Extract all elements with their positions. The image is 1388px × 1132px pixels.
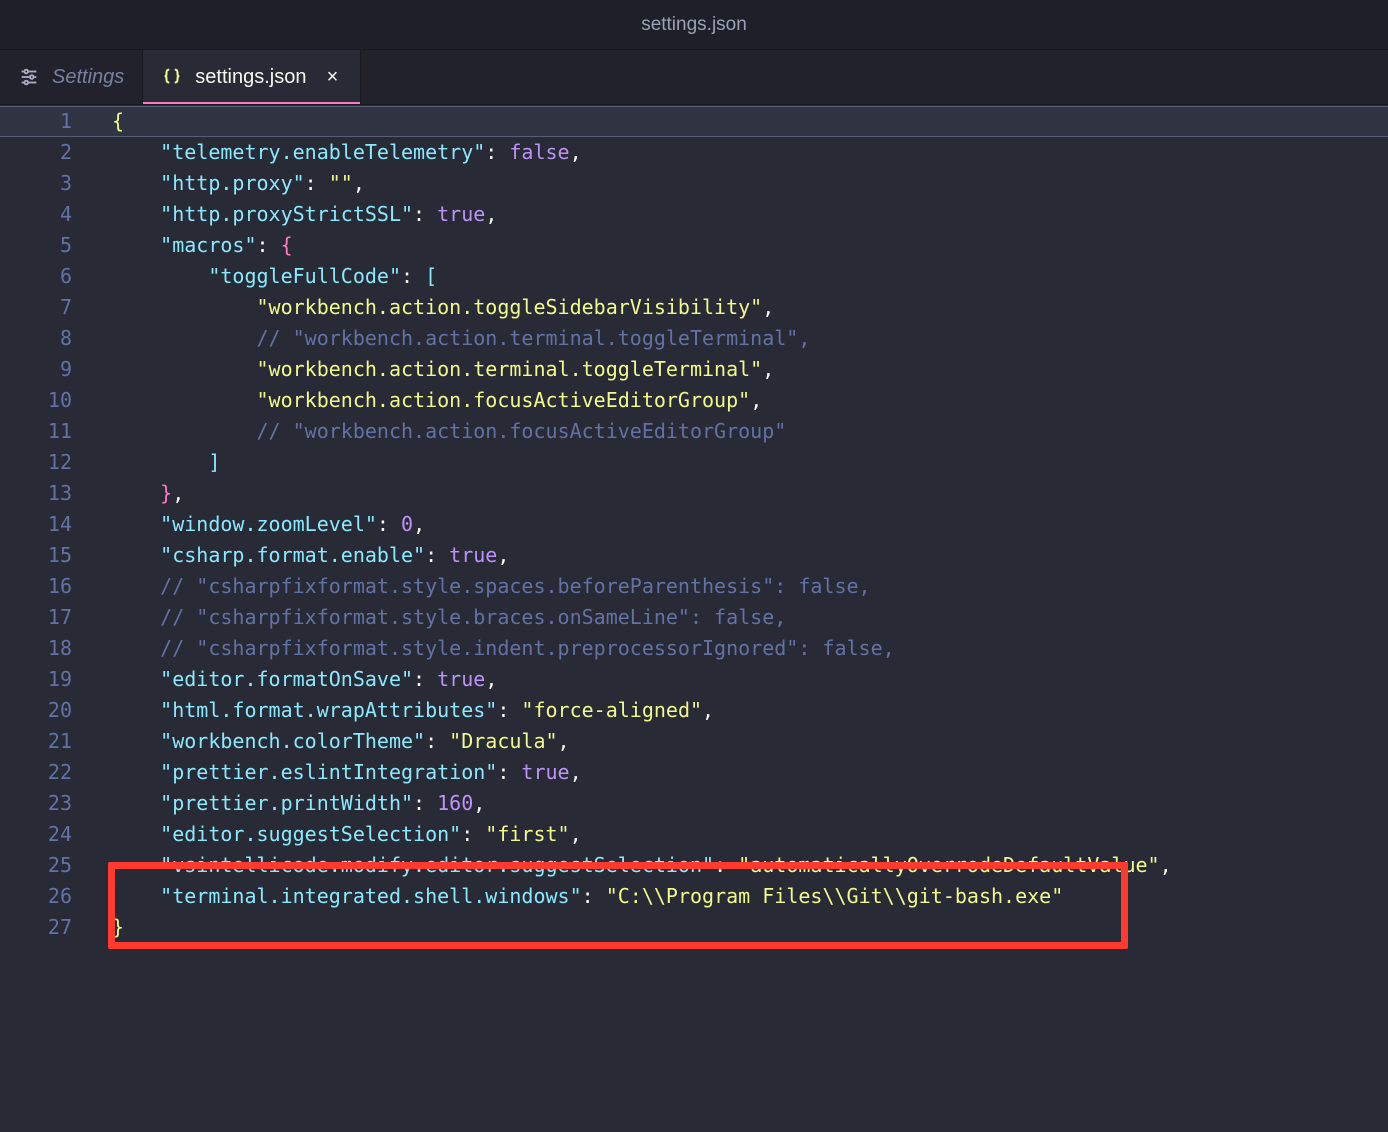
tab-settings-json[interactable]: settings.json × (143, 50, 361, 104)
settings-icon (18, 66, 40, 88)
tab-settings-json-label: settings.json (195, 66, 306, 89)
tab-settings-label: Settings (52, 66, 124, 89)
line-number: 4 (0, 199, 72, 230)
line-number-gutter: 1234567891011121314151617181920212223242… (0, 105, 110, 1132)
line-number: 5 (0, 230, 72, 261)
code-line[interactable]: "csharp.format.enable": true, (110, 540, 1388, 571)
line-number: 6 (0, 261, 72, 292)
code-line[interactable]: // "csharpfixformat.style.braces.onSameL… (110, 602, 1388, 633)
code-line[interactable]: "macros": { (110, 230, 1388, 261)
code-line[interactable]: "html.format.wrapAttributes": "force-ali… (110, 695, 1388, 726)
code-line[interactable]: "terminal.integrated.shell.windows": "C:… (110, 881, 1388, 912)
line-number: 23 (0, 788, 72, 819)
line-number: 20 (0, 695, 72, 726)
json-icon (161, 66, 183, 88)
code-line[interactable]: } (110, 912, 1388, 943)
line-number: 8 (0, 323, 72, 354)
line-number: 16 (0, 571, 72, 602)
line-number: 18 (0, 633, 72, 664)
line-number: 12 (0, 447, 72, 478)
code-line[interactable]: "http.proxyStrictSSL": true, (110, 199, 1388, 230)
code-line[interactable]: "http.proxy": "", (110, 168, 1388, 199)
code-line[interactable]: { (110, 106, 1388, 137)
code-line[interactable]: "window.zoomLevel": 0, (110, 509, 1388, 540)
title-bar: settings.json (0, 0, 1388, 50)
code-line[interactable]: }, (110, 478, 1388, 509)
code-line[interactable]: "telemetry.enableTelemetry": false, (110, 137, 1388, 168)
code-line[interactable]: "workbench.action.toggleSidebarVisibilit… (110, 292, 1388, 323)
line-number: 7 (0, 292, 72, 323)
tab-settings[interactable]: Settings (0, 50, 143, 104)
code-line[interactable]: "workbench.action.focusActiveEditorGroup… (110, 385, 1388, 416)
line-number: 11 (0, 416, 72, 447)
line-number: 24 (0, 819, 72, 850)
code-line[interactable]: // "workbench.action.terminal.toggleTerm… (110, 323, 1388, 354)
code-line[interactable]: "workbench.colorTheme": "Dracula", (110, 726, 1388, 757)
line-number: 21 (0, 726, 72, 757)
close-icon[interactable]: × (322, 67, 342, 87)
line-number: 25 (0, 850, 72, 881)
code-line[interactable]: "workbench.action.terminal.toggleTermina… (110, 354, 1388, 385)
line-number: 14 (0, 509, 72, 540)
code-line[interactable]: "prettier.printWidth": 160, (110, 788, 1388, 819)
line-number: 3 (0, 168, 72, 199)
line-number: 1 (0, 106, 72, 137)
line-number: 15 (0, 540, 72, 571)
line-number: 2 (0, 137, 72, 168)
code-line[interactable]: ] (110, 447, 1388, 478)
code-line[interactable]: "toggleFullCode": [ (110, 261, 1388, 292)
line-number: 22 (0, 757, 72, 788)
line-number: 27 (0, 912, 72, 943)
tab-bar: Settings settings.json × (0, 50, 1388, 105)
code-line[interactable]: // "workbench.action.focusActiveEditorGr… (110, 416, 1388, 447)
line-number: 13 (0, 478, 72, 509)
line-number: 26 (0, 881, 72, 912)
code-content[interactable]: { "telemetry.enableTelemetry": false, "h… (110, 105, 1388, 1132)
line-number: 19 (0, 664, 72, 695)
code-line[interactable]: "editor.suggestSelection": "first", (110, 819, 1388, 850)
line-number: 9 (0, 354, 72, 385)
code-line[interactable]: "prettier.eslintIntegration": true, (110, 757, 1388, 788)
line-number: 10 (0, 385, 72, 416)
code-line[interactable]: "vsintellicode.modify.editor.suggestSele… (110, 850, 1388, 881)
code-line[interactable]: "editor.formatOnSave": true, (110, 664, 1388, 695)
code-line[interactable]: // "csharpfixformat.style.indent.preproc… (110, 633, 1388, 664)
code-line[interactable]: // "csharpfixformat.style.spaces.beforeP… (110, 571, 1388, 602)
title-text: settings.json (641, 14, 747, 36)
line-number: 17 (0, 602, 72, 633)
editor-area[interactable]: 1234567891011121314151617181920212223242… (0, 105, 1388, 1132)
